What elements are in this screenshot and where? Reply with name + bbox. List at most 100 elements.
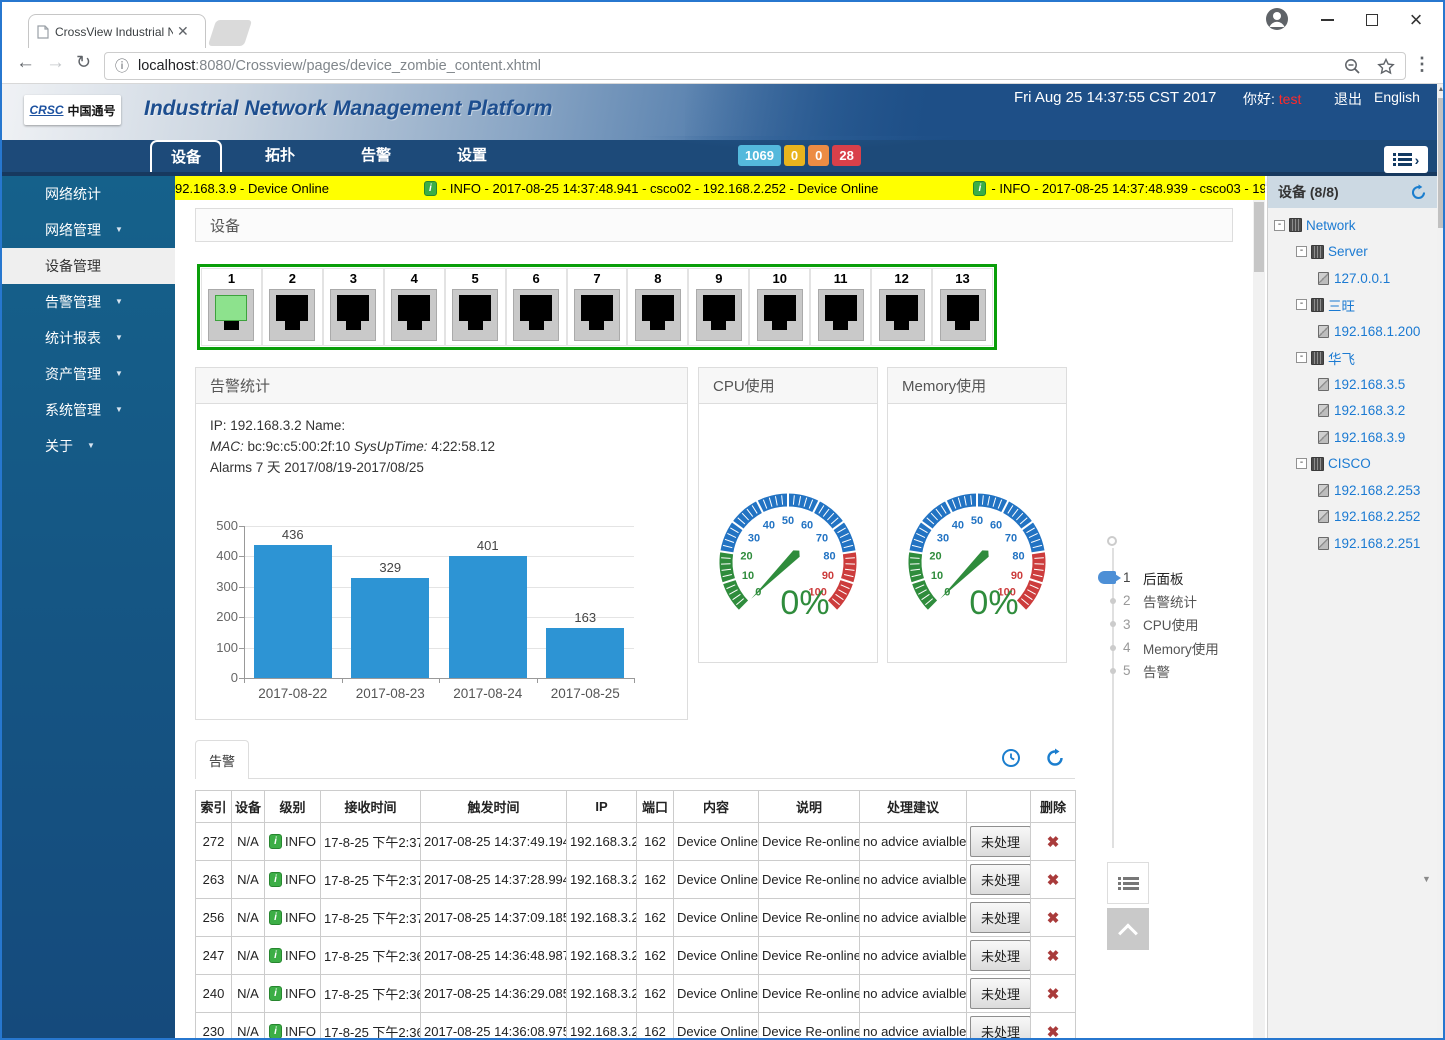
svg-text:70: 70 <box>816 532 828 544</box>
unhandled-button[interactable]: 未处理 <box>970 978 1031 1009</box>
tree-node[interactable]: 192.168.2.251 <box>1268 530 1437 557</box>
reload-button[interactable]: ↻ <box>76 52 91 73</box>
alarm-badge-3[interactable]: 28 <box>832 145 860 166</box>
delete-icon[interactable]: ✖ <box>1047 986 1060 1003</box>
port-8[interactable]: 8 <box>627 268 688 346</box>
port-12[interactable]: 12 <box>871 268 932 346</box>
content-scrollbar[interactable] <box>1253 200 1265 1040</box>
window-close-button[interactable]: × <box>1393 5 1439 35</box>
port-9[interactable]: 9 <box>688 268 749 346</box>
timeline-list-button[interactable] <box>1107 862 1149 904</box>
refresh-icon[interactable] <box>1045 748 1065 768</box>
delete-icon[interactable]: ✖ <box>1047 948 1060 965</box>
window-minimize-button[interactable] <box>1304 5 1350 35</box>
unhandled-button[interactable]: 未处理 <box>970 940 1031 971</box>
scroll-to-top-button[interactable] <box>1107 908 1149 950</box>
tab-device[interactable]: 设备 <box>150 140 222 172</box>
profile-icon[interactable] <box>1264 6 1290 32</box>
page-info-icon[interactable]: ⓘ <box>115 56 129 76</box>
alarm-badge-1[interactable]: 0 <box>784 145 805 166</box>
tab-alarm[interactable]: 告警 <box>340 140 412 172</box>
collapse-icon[interactable]: - <box>1274 220 1285 231</box>
tree-node[interactable]: -CISCO <box>1268 451 1437 478</box>
tree-node[interactable]: -Network <box>1268 212 1437 239</box>
browser-menu-icon[interactable]: ⋮ <box>1413 54 1431 75</box>
tree-node[interactable]: 192.168.2.253 <box>1268 477 1437 504</box>
svg-text:90: 90 <box>822 570 834 582</box>
tab-settings[interactable]: 设置 <box>436 140 508 172</box>
delete-icon[interactable]: ✖ <box>1047 872 1060 889</box>
sidebar-item-network-stats[interactable]: 网络统计 <box>0 176 175 212</box>
port-10[interactable]: 10 <box>749 268 810 346</box>
port-5[interactable]: 5 <box>445 268 506 346</box>
username: test <box>1279 91 1302 107</box>
refresh-icon[interactable] <box>1410 184 1427 201</box>
sidebar-item-system-mgmt[interactable]: 系统管理▼ <box>0 392 175 428</box>
window-maximize-button[interactable] <box>1349 5 1395 35</box>
tree-node[interactable]: 192.168.2.252 <box>1268 504 1437 531</box>
tree-node[interactable]: -三旺 <box>1268 292 1437 319</box>
logout-link[interactable]: 退出 <box>1334 89 1362 109</box>
sidebar-item-stats-report[interactable]: 统计报表▼ <box>0 320 175 356</box>
port-13[interactable]: 13 <box>932 268 993 346</box>
tree-node[interactable]: 192.168.3.5 <box>1268 371 1437 398</box>
port-6[interactable]: 6 <box>506 268 567 346</box>
tree-scroll-down-icon[interactable]: ▼ <box>1422 874 1431 884</box>
alarm-badge-0[interactable]: 1069 <box>738 145 781 166</box>
tree-node[interactable]: 192.168.1.200 <box>1268 318 1437 345</box>
address-bar[interactable]: ⓘ localhost:8080/Crossview/pages/device_… <box>104 52 1406 80</box>
sidebar-item-alarm-mgmt[interactable]: 告警管理▼ <box>0 284 175 320</box>
port-1[interactable]: 1 <box>201 268 262 346</box>
alarm-tab[interactable]: 告警 <box>195 740 249 779</box>
sidebar-item-about[interactable]: 关于▼ <box>0 428 175 464</box>
collapse-icon[interactable]: - <box>1296 246 1307 257</box>
clock-icon[interactable] <box>1001 748 1021 768</box>
tab-topology[interactable]: 拓扑 <box>244 140 316 172</box>
timeline-item-5[interactable]: 5告警 <box>1105 659 1253 682</box>
bookmark-star-icon[interactable] <box>1377 58 1395 75</box>
column-header: 端口 <box>637 791 674 823</box>
browser-tab[interactable]: CrossView Industrial N ✕ <box>28 14 206 48</box>
tree-node[interactable]: -华飞 <box>1268 345 1437 372</box>
table-header-row: 索引设备级别接收时间触发时间IP端口内容说明处理建议删除 <box>196 791 1076 823</box>
dot-icon <box>1110 621 1116 627</box>
unhandled-button[interactable]: 未处理 <box>970 826 1031 857</box>
collapse-panel-button[interactable]: › <box>1384 146 1428 173</box>
new-tab-button[interactable] <box>208 20 252 46</box>
port-11[interactable]: 11 <box>810 268 871 346</box>
folder-icon <box>1311 351 1324 365</box>
tab-close-icon[interactable]: ✕ <box>177 23 189 40</box>
alarm-badge-2[interactable]: 0 <box>808 145 829 166</box>
timeline-item-1[interactable]: 1后面板 <box>1105 566 1253 589</box>
sidebar-item-asset-mgmt[interactable]: 资产管理▼ <box>0 356 175 392</box>
port-4[interactable]: 4 <box>384 268 445 346</box>
tree-node[interactable]: 192.168.3.9 <box>1268 424 1437 451</box>
zoom-out-icon[interactable] <box>1344 58 1361 75</box>
collapse-icon[interactable]: - <box>1296 299 1307 310</box>
tree-node[interactable]: -Server <box>1268 239 1437 266</box>
port-7[interactable]: 7 <box>567 268 628 346</box>
collapse-icon[interactable]: - <box>1296 352 1307 363</box>
port-2[interactable]: 2 <box>262 268 323 346</box>
collapse-icon[interactable]: - <box>1296 458 1307 469</box>
forward-button[interactable]: → <box>46 52 65 74</box>
delete-icon[interactable]: ✖ <box>1047 1024 1060 1040</box>
page-scrollbar[interactable]: ▲ <box>1437 84 1445 1040</box>
delete-icon[interactable]: ✖ <box>1047 910 1060 927</box>
unhandled-button[interactable]: 未处理 <box>970 902 1031 933</box>
port-3[interactable]: 3 <box>323 268 384 346</box>
unhandled-button[interactable]: 未处理 <box>970 864 1031 895</box>
timeline-item-2[interactable]: 2告警统计 <box>1105 589 1253 612</box>
folder-icon <box>1311 245 1324 259</box>
unhandled-button[interactable]: 未处理 <box>970 1016 1031 1040</box>
tree-node[interactable]: 192.168.3.2 <box>1268 398 1437 425</box>
sidebar-item-network-mgmt[interactable]: 网络管理▼ <box>0 212 175 248</box>
back-button[interactable]: ← <box>16 52 35 74</box>
delete-icon[interactable]: ✖ <box>1047 834 1060 851</box>
sidebar-item-device-mgmt[interactable]: 设备管理 <box>0 248 175 284</box>
language-link[interactable]: English <box>1374 89 1420 105</box>
tree-node[interactable]: 127.0.0.1 <box>1268 265 1437 292</box>
timeline-item-3[interactable]: 3CPU使用 <box>1105 613 1253 636</box>
alarm-table: 索引设备级别接收时间触发时间IP端口内容说明处理建议删除272N/AiINFO1… <box>195 790 1076 1040</box>
timeline-item-4[interactable]: 4Memory使用 <box>1105 636 1253 659</box>
